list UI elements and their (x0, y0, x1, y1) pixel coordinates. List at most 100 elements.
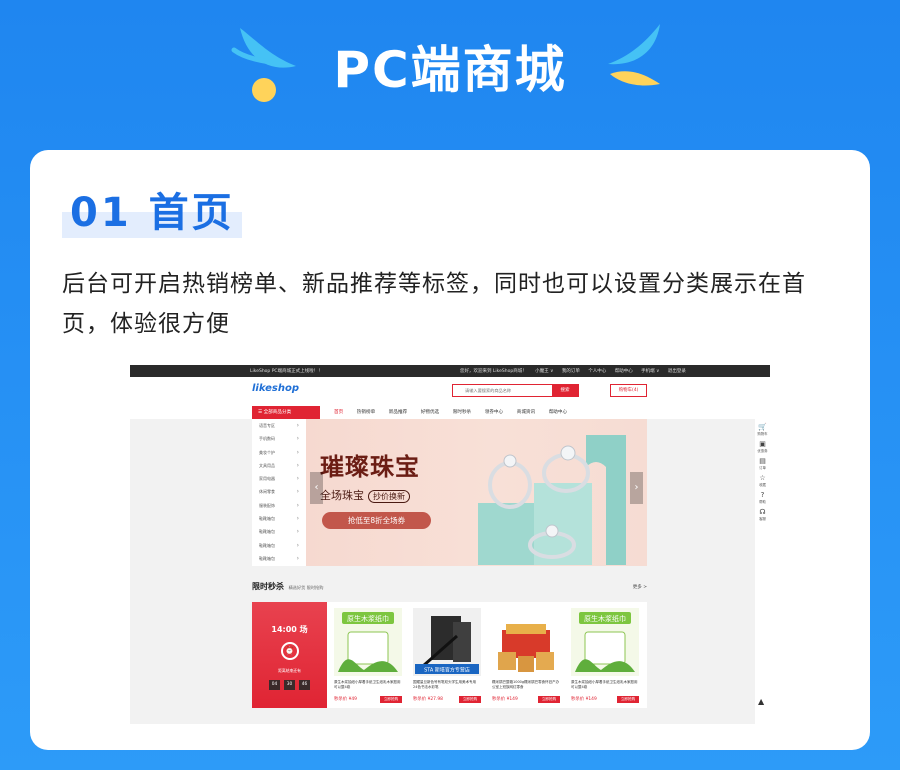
buy-now-button[interactable]: 立即抢购 (459, 696, 481, 703)
category-item[interactable]: 家用电器 (252, 472, 306, 486)
shop-topbar: LikeShop PC端商城正式上线啦！！ 您好，欢迎来到 LikeShop商城… (130, 365, 770, 377)
flash-sale-ends-label: 距离结束还有 (278, 668, 301, 673)
banner-next-button[interactable]: › (630, 472, 643, 504)
alarm-clock-icon: ⏰ (280, 642, 299, 660)
product-price: 秒杀价 ¥27.98 (413, 697, 443, 702)
order-icon: ▤ (759, 457, 766, 465)
product-name: 糯米锅巴整箱1000g糯米锅巴零食怀旧产办公室上班族网红零食 (492, 680, 560, 689)
buy-now-button[interactable]: 立即抢购 (380, 696, 402, 703)
countdown-hours: 04 (269, 680, 280, 690)
category-item[interactable]: 美妆个护 (252, 446, 306, 460)
product-card[interactable]: STA 斯塔官方专营店 国耀量旦新色号有笔双头学生用美术专用 24色书法水彩笔 … (413, 608, 481, 704)
product-card[interactable]: 原生木浆纸巾 原生木浆抽纸小厚着手纸卫生纸乳木家庭用可以整4卷 秒杀价 ¥149… (571, 608, 639, 704)
home-banner[interactable]: 璀璨珠宝 全场珠宝 抄价换新 抢低至8折全场券 ‹ › (306, 419, 647, 566)
section-title: 01 首页 (70, 190, 235, 236)
buy-now-button[interactable]: 立即抢购 (617, 696, 639, 703)
flash-sale-time: 14:00 场 (271, 625, 308, 634)
section-description: 后台可开启热销榜单、新品推荐等标签，同时也可以设置分类展示在首页，体验很方便 (62, 271, 806, 337)
category-item[interactable]: 鞋靴箱包 (252, 552, 306, 566)
topbar-links: 您好，欢迎来到 LikeShop商城！ 小魔王 ∨ 我的订单 个人中心 帮助中心… (460, 368, 693, 374)
product-price: 秒杀价 ¥149 (571, 697, 597, 702)
topbar-profile[interactable]: 个人中心 (588, 369, 606, 374)
shop-logo[interactable]: likeshop (252, 383, 299, 394)
category-item[interactable]: 鞋靴箱包 (252, 539, 306, 553)
sidetool-label: 购物车 (757, 432, 768, 436)
coupon-icon: ▣ (759, 440, 766, 448)
countdown-seconds: 46 (299, 680, 310, 690)
page-title: PC端商城 (333, 41, 567, 99)
nav-hot[interactable]: 热销榜单 (357, 406, 375, 419)
sidetool-label: 订单 (759, 466, 766, 470)
flash-sale-header: 限时秒杀 精选好货 限时抢购 更多 > (252, 581, 647, 595)
jewelry-rings-image (478, 435, 626, 565)
feature-card: 01 首页 后台可开启热销榜单、新品推荐等标签，同时也可以设置分类展示在首页，体… (30, 150, 870, 750)
flash-sale-timer: 14:00 场 ⏰ 距离结束还有 04 30 46 (252, 602, 327, 708)
shop-header: likeshop 搜索 购物车(4) ☰ 全部商品分类 首页 热销榜单 新品推荐… (130, 377, 770, 419)
topbar-help[interactable]: 帮助中心 (615, 369, 633, 374)
sidetool-cart[interactable]: 🛒 购物车 (755, 423, 770, 436)
flash-sale-more-link[interactable]: 更多 > (633, 584, 647, 590)
section-heading: 01 首页 (62, 180, 242, 238)
snack-product-image (492, 608, 560, 676)
help-icon: ? (760, 491, 765, 499)
tissue-product-image: 原生木浆纸巾 (334, 608, 402, 676)
topbar-logout[interactable]: 退出登录 (668, 369, 686, 374)
category-item[interactable]: 鞋靴箱包 (252, 525, 306, 539)
product-card[interactable]: 糯米锅巴整箱1000g糯米锅巴零食怀旧产办公室上班族网红零食 秒杀价 ¥149 … (492, 608, 560, 704)
nav-help[interactable]: 帮助中心 (549, 406, 567, 419)
topbar-mobile[interactable]: 手机端 ∨ (641, 369, 659, 374)
nav-new[interactable]: 新品推荐 (389, 406, 407, 419)
category-item[interactable]: 手机数码 (252, 432, 306, 446)
nav-picks[interactable]: 好物优选 (421, 406, 439, 419)
back-to-top-icon[interactable]: ▲ (758, 697, 764, 706)
nav-coupons[interactable]: 领券中心 (485, 406, 503, 419)
search-input[interactable] (453, 385, 549, 396)
side-toolbar: 🛒 购物车 ▣ 优惠券 ▤ 订单 ☆ 收藏 ? 帮助 ☊ 客服 (755, 419, 770, 724)
product-price: 秒杀价 ¥149 (492, 697, 518, 702)
category-item[interactable]: 文具用品 (252, 459, 306, 473)
product-banner-text: 原生木浆纸巾 (584, 614, 626, 623)
category-list: 语音专区 手机数码 美妆个护 文具用品 家用电器 休闲零食 服装配饰 鞋靴箱包 … (252, 419, 306, 566)
headset-icon: ☊ (759, 508, 766, 516)
flash-sale-title: 限时秒杀 (252, 582, 284, 591)
cart-icon: 🛒 (758, 423, 767, 431)
product-card[interactable]: 原生木浆纸巾 原生木浆抽纸小厚着手纸卫生纸乳木家庭用可以整4卷 秒杀价 ¥49 … (334, 608, 402, 704)
buy-now-button[interactable]: 立即抢购 (538, 696, 560, 703)
banner-prev-button[interactable]: ‹ (310, 472, 323, 504)
banner-title: 璀璨珠宝 (320, 452, 420, 481)
flash-sale-panel: 14:00 场 ⏰ 距离结束还有 04 30 46 原生木浆纸巾 原生木浆抽纸小… (252, 602, 647, 708)
banner-tag: 抄价换新 (368, 490, 410, 503)
nav-news[interactable]: 商城资讯 (517, 406, 535, 419)
category-item[interactable]: 休闲零食 (252, 485, 306, 499)
search-button[interactable]: 搜索 (552, 385, 578, 396)
category-item[interactable]: 鞋靴箱包 (252, 512, 306, 526)
marker-pens-product-image: STA 斯塔官方专营店 (413, 608, 481, 676)
category-item[interactable]: 服装配饰 (252, 499, 306, 513)
sidetool-favorites[interactable]: ☆ 收藏 (755, 474, 770, 487)
product-price: 秒杀价 ¥49 (334, 697, 357, 702)
topbar-orders[interactable]: 我的订单 (562, 369, 580, 374)
sidetool-coupon[interactable]: ▣ 优惠券 (755, 440, 770, 453)
product-name: 原生木浆抽纸小厚着手纸卫生纸乳木家庭用可以整4卷 (571, 680, 638, 689)
all-categories-label: 全部商品分类 (263, 410, 292, 415)
tissue-product-image: 原生木浆纸巾 (571, 608, 639, 676)
product-banner-text: STA 斯塔官方专营店 (424, 667, 470, 674)
cart-button[interactable]: 购物车(4) (610, 384, 647, 397)
sidetool-orders[interactable]: ▤ 订单 (755, 457, 770, 470)
category-item[interactable]: 语音专区 (252, 419, 306, 433)
banner-subtitle: 全场珠宝 抄价换新 (320, 487, 410, 503)
sidetool-help[interactable]: ? 帮助 (755, 491, 770, 504)
sidetool-label: 客服 (759, 517, 766, 521)
topbar-welcome: 您好，欢迎来到 LikeShop商城！ (460, 369, 527, 374)
countdown-minutes: 30 (284, 680, 295, 690)
nav-home[interactable]: 首页 (334, 406, 343, 419)
topbar-user[interactable]: 小魔王 ∨ (535, 369, 553, 374)
sidetool-service[interactable]: ☊ 客服 (755, 508, 770, 521)
flash-sale-subtitle: 精选好货 限时抢购 (288, 585, 324, 590)
nav-items: 首页 热销榜单 新品推荐 好物优选 限时秒杀 领券中心 商城资讯 帮助中心 (322, 406, 567, 419)
product-name: 国耀量旦新色号有笔双头学生用美术专用 24色书法水彩笔 (413, 680, 476, 689)
all-categories-button[interactable]: ☰ 全部商品分类 (252, 406, 320, 419)
product-banner-text: 原生木浆纸巾 (347, 614, 389, 623)
nav-flash[interactable]: 限时秒杀 (453, 406, 471, 419)
sidetool-label: 优惠券 (757, 449, 768, 453)
